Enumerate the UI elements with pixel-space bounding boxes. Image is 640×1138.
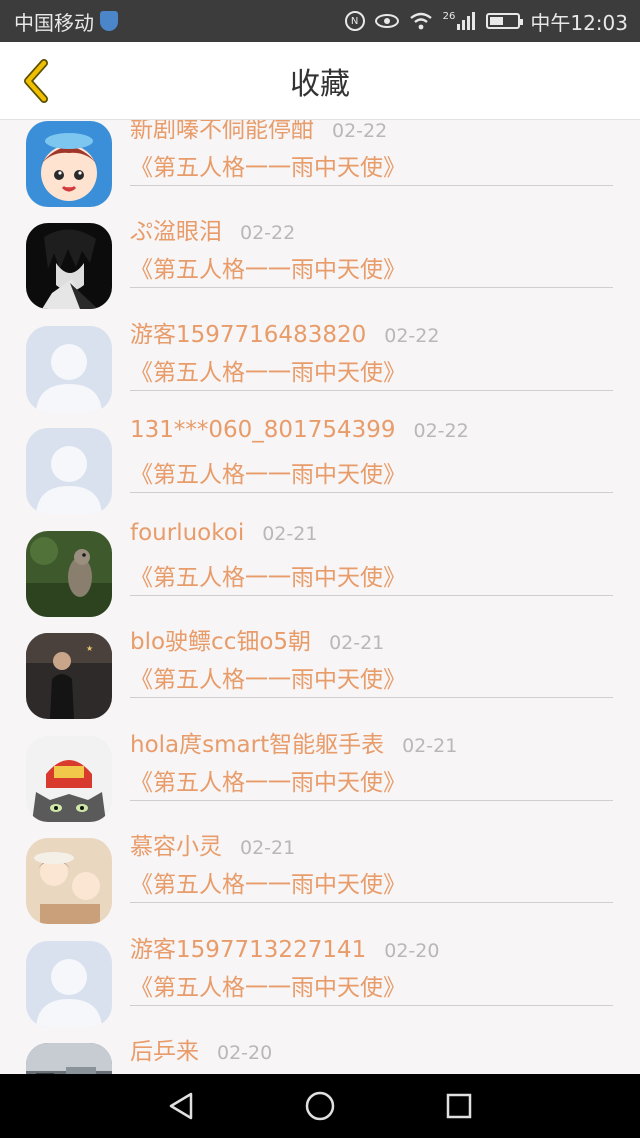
eye-icon [374,14,399,28]
battery-icon [486,13,524,29]
favorite-title[interactable]: 《第五人格一一雨中天使》 [130,660,406,694]
username[interactable]: fourluokoi [130,520,244,546]
username[interactable]: 后乒来 [130,1032,199,1066]
favorite-content: blo驶鳔cc钿o5朝 02-21 《第五人格一一雨中天使》 [130,614,613,698]
favorite-row[interactable]: 慕容小灵 02-21 《第五人格一一雨中天使》 [0,819,640,924]
user-line: 游客1597713227141 02-20 [130,930,439,964]
favorites-list[interactable]: 新剧嗪不侗能停酣 02-22 《第五人格一一雨中天使》 ぷ湓眼泪 02-22 《第五人格一… [0,120,640,1074]
favorite-row[interactable]: 游客1597716483820 02-22 《第五人格一一雨中天使》 [0,307,640,412]
carrier-group: 中国移动 [14,7,118,36]
favorite-row[interactable]: ぷ湓眼泪 02-22 《第五人格一一雨中天使》 [0,204,640,309]
user-line: fourluokoi 02-21 [130,520,317,546]
favorite-row[interactable]: 新剧嗪不侗能停酣 02-22 《第五人格一一雨中天使》 [0,120,640,207]
favorite-title[interactable]: 《第五人格一一雨中天使》 [130,148,406,182]
nfc-icon: N [344,11,365,31]
favorite-content: ぷ湓眼泪 02-22 《第五人格一一雨中天使》 [130,204,613,288]
user-line: 慕容小灵 02-21 [130,827,295,861]
user-line: hola庹smart智能躯手表 02-21 [130,725,457,759]
username[interactable]: blo驶鳔cc钿o5朝 [130,622,311,656]
favorite-content: fourluokoi 02-21 《第五人格一一雨中天使》 [130,512,613,596]
favorite-date: 02-22 [240,222,296,244]
user-line: 后乒来 02-20 [130,1032,272,1066]
wifi-icon [409,12,432,30]
shield-icon [100,11,118,31]
avatar[interactable] [26,531,112,617]
favorite-row[interactable]: hola庹smart智能躯手表 02-21 《第五人格一一雨中天使》 [0,717,640,822]
username[interactable]: ぷ湓眼泪 [130,212,222,246]
nav-back-button[interactable] [161,1086,201,1126]
favorite-date: 02-21 [262,523,318,545]
favorite-date: 02-22 [332,120,388,142]
avatar[interactable] [26,428,112,514]
avatar[interactable] [26,223,112,309]
username[interactable]: 慕容小灵 [130,827,222,861]
favorite-title[interactable]: 《第五人格一一雨中天使》 [130,865,406,899]
status-bar: 中国移动 N 26 中午12:03 [0,0,640,42]
user-line: 游客1597716483820 02-22 [130,315,439,349]
favorite-content: 后乒来02-20《第五人格一一雨中天使》 [130,1024,613,1074]
favorite-content: 131***060_801754399 02-22 《第五人格一一雨中天使》 [130,409,613,493]
chevron-left-icon [24,59,48,103]
username[interactable]: 游客1597713227141 [130,930,366,964]
nav-recents-button[interactable] [439,1086,479,1126]
carrier-name: 中国移动 [14,10,94,35]
favorite-date: 02-21 [402,735,458,757]
page-title: 收藏 [290,66,350,102]
user-line: 新剧嗪不侗能停酣 02-22 [130,120,387,144]
avatar[interactable] [26,1043,112,1074]
favorite-content: 游客1597716483820 02-22 《第五人格一一雨中天使》 [130,307,613,391]
favorite-date: 02-22 [413,420,469,442]
favorite-row[interactable]: fourluokoi 02-21 《第五人格一一雨中天使》 [0,512,640,617]
system-nav-bar [0,1074,640,1138]
user-line: blo驶鳔cc钿o5朝 02-21 [130,622,384,656]
favorite-content: 新剧嗪不侗能停酣 02-22 《第五人格一一雨中天使》 [130,120,613,186]
square-recents-icon [446,1093,471,1119]
favorite-title[interactable]: 《第五人格一一雨中天使》 [130,353,406,387]
favorite-date: 02-22 [384,325,440,347]
avatar[interactable] [26,941,112,1027]
avatar[interactable] [26,326,112,412]
status-icons: N 26 中午12:03 [344,7,628,36]
favorite-title[interactable]: 《第五人格一一雨中天使》 [130,558,406,592]
avatar[interactable]: ★ [26,633,112,719]
favorite-row[interactable]: 后乒来02-20《第五人格一一雨中天使》 [0,1024,640,1074]
favorite-row[interactable]: 游客1597713227141 02-20 《第五人格一一雨中天使》 [0,922,640,1027]
avatar[interactable] [26,736,112,822]
favorite-content: hola庹smart智能躯手表 02-21 《第五人格一一雨中天使》 [130,717,613,801]
favorite-date: 02-21 [240,837,296,859]
favorite-title[interactable]: 《第五人格一一雨中天使》 [130,455,406,489]
favorite-content: 游客1597713227141 02-20 《第五人格一一雨中天使》 [130,922,613,1006]
avatar[interactable] [26,838,112,924]
favorite-date: 02-21 [329,632,385,654]
triangle-back-icon [170,1092,193,1120]
user-line: 131***060_801754399 02-22 [130,417,469,443]
circle-home-icon [305,1091,335,1121]
user-line: ぷ湓眼泪 02-22 [130,212,295,246]
avatar[interactable] [26,121,112,207]
favorite-title[interactable]: 《第五人格一一雨中天使》 [130,968,406,1002]
title-bar: 收藏 [0,42,640,120]
favorite-row[interactable]: ★ blo驶鳔cc钿o5朝 02-21 《第五人格一一雨中天使》 [0,614,640,719]
back-button[interactable] [10,56,60,106]
username[interactable]: 新剧嗪不侗能停酣 [130,120,314,144]
favorite-date: 02-20 [217,1042,273,1064]
svg-text:★: ★ [86,644,93,653]
favorite-title[interactable]: 《第五人格一一雨中天使》 [130,763,406,797]
clock: 中午12:03 [530,10,628,35]
network-type-label: 26 [442,11,456,22]
username[interactable]: 131***060_801754399 [130,417,396,443]
favorite-row[interactable]: 131***060_801754399 02-22 《第五人格一一雨中天使》 [0,409,640,514]
favorite-title[interactable]: 《第五人格一一雨中天使》 [130,250,406,284]
username[interactable]: hola庹smart智能躯手表 [130,725,384,759]
battery-level [490,17,504,25]
favorite-content: 慕容小灵 02-21 《第五人格一一雨中天使》 [130,819,613,903]
username[interactable]: 游客1597716483820 [130,315,366,349]
favorite-date: 02-20 [384,940,440,962]
nav-home-button[interactable] [300,1086,340,1126]
signal-icon [457,12,476,30]
